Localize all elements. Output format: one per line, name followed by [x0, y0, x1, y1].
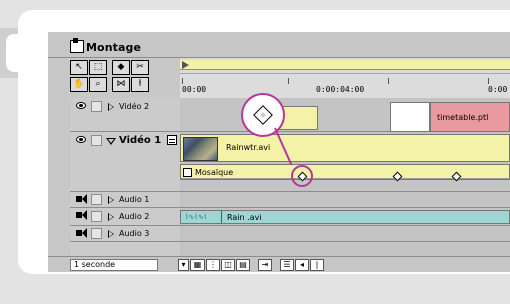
sync-lock-icon[interactable]: ☰ — [280, 259, 294, 271]
clip-label: Rainwtr.avi — [226, 143, 271, 152]
selection-tool-icon[interactable]: ↖ — [70, 60, 88, 75]
zoom-tool-icon[interactable]: ⌕ — [89, 77, 107, 92]
effect-rubberband[interactable]: Mosaïque — [180, 164, 510, 180]
window-titlebar[interactable]: Montage — [48, 32, 510, 58]
split-tool-icon[interactable]: ◆ — [112, 60, 130, 75]
ruler-tick — [488, 78, 489, 84]
title-clip[interactable]: timetable.ptl — [430, 102, 510, 132]
track-lane-audio2[interactable]: ⌇∿⌇∿⌇ Rain .avi — [180, 208, 510, 226]
link-tool-icon[interactable]: ⋈ — [112, 77, 130, 92]
status-bar: 1 seconde ▾ ▦ ⋮ ◫ ▤ ⇥ ☰ ◂ | — [48, 256, 510, 272]
tool-palette: ↖ ⬚ ◆ ✂ ✋ ⌕ ⋈ ł — [70, 60, 176, 94]
scroll-thumb[interactable]: | — [310, 259, 324, 271]
ruler-tick — [182, 78, 183, 84]
clip-thumbnail — [183, 137, 218, 161]
track-header-video2[interactable]: Vidéo 2 — [70, 98, 180, 132]
track-header-video1[interactable]: Vidéo 1 — [70, 132, 180, 192]
shift-tracks-icon[interactable]: ⇥ — [258, 259, 272, 271]
track-header-audio2[interactable]: Audio 2 — [70, 208, 180, 226]
eye-icon[interactable] — [76, 136, 86, 143]
eye-icon[interactable] — [76, 102, 86, 109]
track-mode-icon[interactable] — [167, 135, 177, 145]
expand-triangle-icon[interactable] — [108, 230, 114, 238]
marquee-tool-icon[interactable]: ⬚ — [89, 60, 107, 75]
audio-clip[interactable]: ⌇∿⌇∿⌇ Rain .avi — [180, 210, 510, 224]
track-lane-audio1[interactable] — [180, 192, 510, 208]
lock-box[interactable] — [91, 228, 102, 239]
hand-tool-icon[interactable]: ✋ — [70, 77, 88, 92]
track-lane-video2[interactable]: timetable.ptl — [180, 98, 510, 132]
expand-triangle-icon[interactable] — [108, 103, 114, 111]
lock-box[interactable] — [91, 135, 102, 146]
ruler-label-end: 0:00 — [488, 85, 508, 94]
speaker-icon[interactable] — [76, 228, 87, 238]
clip-label: timetable.ptl — [437, 113, 489, 122]
expand-triangle-icon[interactable] — [108, 196, 114, 204]
track-header-audio1[interactable]: Audio 1 — [70, 192, 180, 208]
track-name: Audio 3 — [119, 229, 150, 238]
keyframe-line — [181, 178, 510, 179]
video-clip[interactable]: Rainwtr.avi — [180, 134, 510, 162]
effect-dropdown-icon[interactable] — [183, 168, 192, 177]
preview-indicator-line — [180, 73, 510, 74]
track-name: Vidéo 1 — [119, 135, 162, 146]
work-area-bar[interactable] — [180, 60, 510, 70]
empty-header — [70, 242, 180, 256]
montage-window: Montage ↖ ⬚ ◆ ✂ ✋ ⌕ ⋈ ł 00:00 0:00:04:00… — [48, 32, 510, 272]
effect-label: Mosaïque — [195, 168, 234, 177]
scroll-left-icon[interactable]: ◂ — [295, 259, 309, 271]
clip-label: Rain .avi — [227, 213, 262, 222]
zoom-level-field[interactable]: 1 seconde — [70, 259, 158, 271]
collapse-triangle-icon[interactable] — [106, 138, 116, 149]
razor-tool-icon[interactable]: ✂ — [131, 60, 149, 75]
ripple-icon[interactable]: ▤ — [236, 259, 250, 271]
ruler-tick — [388, 78, 389, 84]
track-options-icon[interactable]: ▦ — [190, 259, 205, 271]
track-name: Audio 2 — [119, 212, 150, 221]
track-name: Vidéo 2 — [119, 102, 150, 111]
speaker-icon[interactable] — [76, 210, 87, 220]
title-clip-thumb[interactable] — [390, 102, 430, 132]
track-lane-audio3[interactable] — [180, 226, 510, 242]
window-icon — [70, 38, 84, 53]
lock-box[interactable] — [91, 101, 102, 112]
edge-view-icon[interactable]: ◫ — [221, 259, 235, 271]
empty-lane — [180, 242, 510, 256]
ruler-label-4s: 0:00:04:00 — [316, 85, 365, 94]
track-header-audio3[interactable]: Audio 3 — [70, 226, 180, 242]
dropdown-icon[interactable]: ▾ — [178, 259, 189, 271]
track-name: Audio 1 — [119, 195, 150, 204]
lock-box[interactable] — [91, 194, 102, 205]
speaker-icon[interactable] — [76, 194, 87, 204]
window-title: Montage — [86, 41, 142, 54]
clip-divider — [221, 211, 222, 223]
waveform-icon: ⌇∿⌇∿⌇ — [185, 213, 207, 221]
lock-box[interactable] — [91, 211, 102, 222]
ruler-tick — [288, 78, 289, 84]
expand-triangle-icon[interactable] — [108, 213, 114, 221]
highlight-ring-small — [291, 165, 313, 187]
snap-icon[interactable]: ⋮ — [206, 259, 220, 271]
tab-notch — [0, 28, 18, 78]
in-out-tool-icon[interactable]: ł — [131, 77, 149, 92]
ruler-label-start: 00:00 — [182, 85, 207, 94]
track-lane-video1[interactable]: Rainwtr.avi Mosaïque — [180, 132, 510, 192]
